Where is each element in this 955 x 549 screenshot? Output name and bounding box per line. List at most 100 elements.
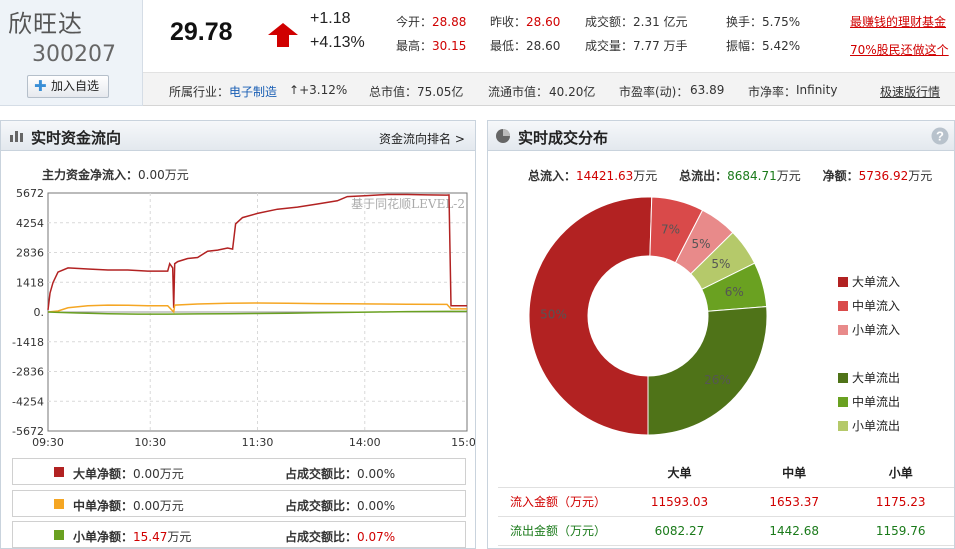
flow-summary: 总流入：14421.63万元 总流出：8684.71万元 净额：5736.92万… <box>528 167 932 184</box>
fund-flow-line-chart: 56724254283614180.-1418-2836-4254-567209… <box>12 187 475 448</box>
table-header-row: 大单 中单 小单 <box>498 458 954 488</box>
quote-field: 换手：5.75% <box>726 13 800 30</box>
pie-legend-swatch <box>838 301 848 311</box>
pie-slice-label: 50% <box>540 308 567 322</box>
y-tick-label: 1418 <box>16 276 44 289</box>
quote-field-label: 最高： <box>396 39 433 53</box>
fund-flow-title: 实时资金流向 <box>31 129 122 147</box>
legend-swatch <box>54 467 64 477</box>
pie-legend-label: 大单流出 <box>852 371 901 385</box>
y-tick-label: 2836 <box>16 247 44 260</box>
pie-legend-label: 中单流出 <box>852 395 901 409</box>
quote-field: 成交额：2.31 亿元 <box>585 13 688 30</box>
add-to-watchlist-button[interactable]: ✚ 加入自选 <box>27 75 109 98</box>
legend-value: 0.00 <box>133 467 160 481</box>
quote-field-value: 30.15 <box>432 39 467 53</box>
quote-field-value: 7.77 万手 <box>633 39 688 53</box>
legend-row: 小单净额：15.47万元 占成交额比：0.07% <box>12 521 466 548</box>
x-tick-label: 11:30 <box>242 436 274 448</box>
legend-ratio: 占成交额比：0.00% <box>285 465 395 482</box>
legend-unit: 万元 <box>159 499 184 513</box>
quote-field-label: 成交量： <box>585 39 634 53</box>
svg-text:?: ? <box>936 129 944 144</box>
quote-field-label: 昨收： <box>490 15 527 29</box>
x-tick-label: 09:30 <box>32 436 64 448</box>
net-amount-label: 净额： <box>822 169 859 183</box>
industry-info-row: 所属行业： 电子制造 ↑+3.12% 总市值： 75.05亿 流通市值： 40.… <box>143 72 955 106</box>
legend-ratio: 占成交额比：0.07% <box>285 528 395 545</box>
inflow-row-label: 流入金额（万元） <box>498 487 618 517</box>
price-change: +1.18 <box>310 10 351 27</box>
legend-swatch <box>54 499 64 509</box>
x-tick-label: 10:30 <box>134 436 166 448</box>
table-row: 流出金额（万元） 6082.27 1442.68 1159.76 <box>498 516 954 546</box>
help-icon[interactable]: ? <box>931 127 949 145</box>
pie-legend-swatch <box>838 397 848 407</box>
net-amount-value: 5736.92 <box>858 169 909 183</box>
pie-slice <box>647 306 768 436</box>
total-cap-label: 总市值： <box>369 85 418 99</box>
y-tick-label: 0. <box>34 306 45 319</box>
quote-field-value: 28.60 <box>526 15 561 29</box>
table-cell: 1442.68 <box>740 516 848 546</box>
legend-label-text: 小单净额： <box>73 530 134 544</box>
quote-field-label: 换手： <box>726 15 763 29</box>
x-tick-label: 14:00 <box>349 436 381 448</box>
quote-field-label: 振幅： <box>726 39 763 53</box>
pie-chart-icon <box>496 129 510 143</box>
fund-flow-title-bar: 实时资金流向 资金流向排名 > <box>1 121 475 151</box>
quote-field-value: 5.42% <box>762 39 801 53</box>
quote-field-value: 5.75% <box>762 15 801 29</box>
table-cell: 1159.76 <box>847 516 954 546</box>
promo-link-investors[interactable]: 70%股民还做这个 <box>850 41 949 58</box>
quote-field-label: 今开： <box>396 15 433 29</box>
legend-label-text: 大单净额： <box>73 467 134 481</box>
float-cap-value: 40.20亿 <box>549 85 596 99</box>
up-arrow-icon <box>268 23 298 47</box>
legend-unit: 万元 <box>159 467 184 481</box>
legend-ratio-value: 0.07% <box>357 530 396 544</box>
current-price: 29.78 <box>170 18 233 46</box>
table-header: 小单 <box>847 458 954 488</box>
main-net-inflow-value: 0.00 <box>138 168 165 182</box>
quote-field-label: 成交额： <box>585 15 634 29</box>
y-tick-label: -4254 <box>12 395 44 408</box>
pb-value: Infinity <box>796 83 838 97</box>
industry-link[interactable]: 电子制造 <box>229 83 277 100</box>
pie-slice-label: 5% <box>692 237 711 251</box>
industry-label: 所属行业： <box>169 85 230 99</box>
pe-label: 市盈率(动)： <box>619 85 689 99</box>
legend-label: 小单净额：15.47万元 <box>73 528 191 545</box>
stock-name: 欣旺达 <box>8 10 83 38</box>
quote-field-value: 28.60 <box>526 39 561 53</box>
quote-field: 昨收：28.60 <box>490 13 560 30</box>
fund-flow-rank-link[interactable]: 资金流向排名 > <box>379 130 465 147</box>
table-header: 大单 <box>618 458 741 488</box>
quick-quote-link[interactable]: 极速版行情 <box>880 83 940 100</box>
main-net-inflow-unit: 万元 <box>164 168 189 182</box>
outflow-row-label: 流出金额（万元） <box>498 516 618 546</box>
quote-field-value: 28.88 <box>432 15 467 29</box>
legend-swatch <box>54 530 64 540</box>
total-inflow-unit: 万元 <box>633 169 658 183</box>
table-cell: 11593.03 <box>618 487 741 517</box>
net-amount-unit: 万元 <box>908 169 933 183</box>
pie-legend-swatch <box>838 325 848 335</box>
legend-unit: 万元 <box>167 530 192 544</box>
flow-amount-table: 大单 中单 小单 流入金额（万元） 11593.03 1653.37 1175.… <box>498 458 954 546</box>
legend-row: 大单净额：0.00万元 占成交额比：0.00% <box>12 458 466 485</box>
quote-field: 今开：28.88 <box>396 13 466 30</box>
quote-field: 成交量：7.77 万手 <box>585 37 688 54</box>
pie-legend-item: 小单流出 <box>838 417 900 434</box>
float-cap-label: 流通市值： <box>488 85 549 99</box>
quote-field-label: 最低： <box>490 39 527 53</box>
pie-slice-label: 5% <box>711 257 730 271</box>
pie-legend-item: 中单流出 <box>838 393 900 410</box>
legend-ratio: 占成交额比：0.00% <box>285 497 395 514</box>
legend-ratio-value: 0.00% <box>357 499 396 513</box>
table-cell: 1653.37 <box>740 487 848 517</box>
x-tick-label: 15:00 <box>451 436 475 448</box>
total-cap-value: 75.05亿 <box>417 85 464 99</box>
promo-link-fund[interactable]: 最赚钱的理财基金 <box>850 13 946 30</box>
stock-info-box: 欣旺达 300207 ✚ 加入自选 <box>0 0 143 106</box>
